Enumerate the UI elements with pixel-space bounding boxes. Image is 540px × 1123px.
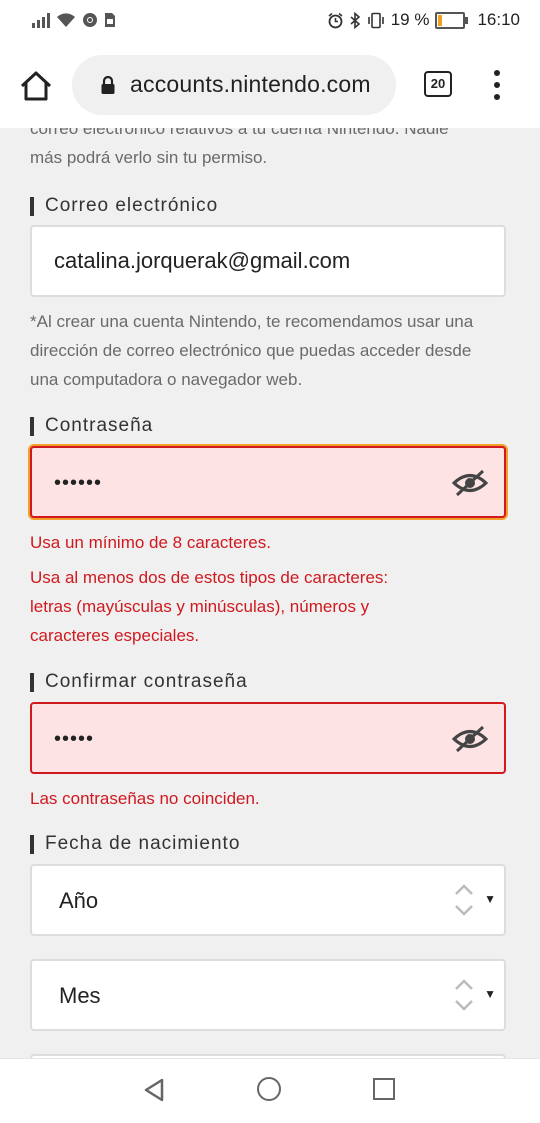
confirm-password-field[interactable]: •••••	[30, 702, 506, 774]
intro-text: correo electrónico relativos a tu cuenta…	[30, 128, 510, 172]
email-value[interactable]: catalina.jorquerak@gmail.com	[54, 248, 350, 274]
stepper-arrows-icon	[455, 884, 473, 916]
birthdate-label: Fecha de nacimiento	[30, 833, 240, 855]
home-icon[interactable]	[18, 70, 54, 102]
birth-year-value[interactable]: Año	[59, 888, 98, 914]
password-error-length: Usa un mínimo de 8 caracteres.	[30, 533, 271, 552]
email-note-line: una computadora o navegador web.	[30, 370, 303, 389]
dropdown-caret-icon: ▼	[484, 987, 496, 1001]
confirm-password-label: Confirmar contraseña	[30, 671, 248, 693]
intro-line: más podrá verlo sin tu permiso.	[30, 148, 268, 167]
password-error-line: Usa al menos dos de estos tipos de carac…	[30, 568, 389, 587]
birth-month-value[interactable]: Mes	[59, 983, 101, 1009]
wifi-icon	[57, 13, 75, 27]
signal-icon	[32, 12, 50, 28]
password-value[interactable]: ••••••	[54, 472, 102, 495]
system-navigation-bar	[0, 1058, 540, 1123]
status-bar: 19 % 16:10	[0, 0, 540, 42]
password-error-types: Usa al menos dos de estos tipos de carac…	[30, 563, 510, 650]
password-error-line: letras (mayúsculas y minúsculas), número…	[30, 597, 370, 616]
home-button-icon[interactable]	[257, 1077, 281, 1101]
show-password-icon[interactable]	[452, 468, 488, 498]
birth-month-select[interactable]: Mes ▼	[30, 959, 506, 1031]
password-label: Contraseña	[30, 415, 153, 437]
email-note-line: *Al crear una cuenta Nintendo, te recome…	[30, 312, 474, 331]
battery-percent: 19 %	[390, 10, 430, 29]
address-bar[interactable]: accounts.nintendo.com	[72, 55, 396, 115]
overflow-menu-icon[interactable]	[493, 70, 501, 100]
recent-apps-icon[interactable]	[373, 1078, 395, 1100]
url-text[interactable]: accounts.nintendo.com	[130, 71, 371, 98]
show-confirm-password-icon[interactable]	[452, 724, 488, 754]
label-marker	[30, 834, 34, 854]
email-label-text: Correo electrónico	[45, 195, 219, 216]
sim-icon	[105, 13, 115, 27]
birthdate-label-text: Fecha de nacimiento	[45, 833, 241, 854]
email-note: *Al crear una cuenta Nintendo, te recome…	[30, 307, 510, 394]
password-error-line: caracteres especiales.	[30, 626, 200, 645]
password-field[interactable]: ••••••	[30, 446, 506, 518]
email-field[interactable]: catalina.jorquerak@gmail.com	[30, 225, 506, 297]
chrome-icon	[83, 13, 97, 27]
battery-fill	[438, 14, 443, 26]
status-right: 19 % 16:10	[327, 10, 520, 30]
browser-toolbar: accounts.nintendo.com 20	[0, 42, 540, 128]
alarm-icon	[328, 12, 343, 28]
clock: 16:10	[477, 10, 520, 29]
bluetooth-icon	[350, 11, 360, 29]
vibrate-icon	[367, 12, 384, 28]
page-content: correo electrónico relativos a tu cuenta…	[0, 128, 540, 1058]
intro-line: correo electrónico relativos a tu cuenta…	[30, 128, 449, 138]
battery-icon	[435, 11, 469, 29]
confirm-password-error: Las contraseñas no coinciden.	[30, 789, 260, 808]
label-marker	[30, 196, 34, 216]
confirm-password-label-text: Confirmar contraseña	[45, 671, 248, 692]
confirm-password-value[interactable]: •••••	[54, 728, 94, 751]
tab-switcher-button[interactable]: 20	[424, 71, 452, 97]
label-marker	[30, 416, 34, 436]
password-label-text: Contraseña	[45, 415, 154, 436]
birth-year-select[interactable]: Año ▼	[30, 864, 506, 936]
status-left-icons	[32, 12, 116, 28]
dropdown-caret-icon: ▼	[484, 892, 496, 906]
back-icon[interactable]	[142, 1077, 168, 1103]
email-label: Correo electrónico	[30, 195, 218, 217]
lock-icon	[101, 75, 115, 94]
stepper-arrows-icon	[455, 979, 473, 1011]
label-marker	[30, 672, 34, 692]
email-note-line: dirección de correo electrónico que pued…	[30, 341, 472, 360]
